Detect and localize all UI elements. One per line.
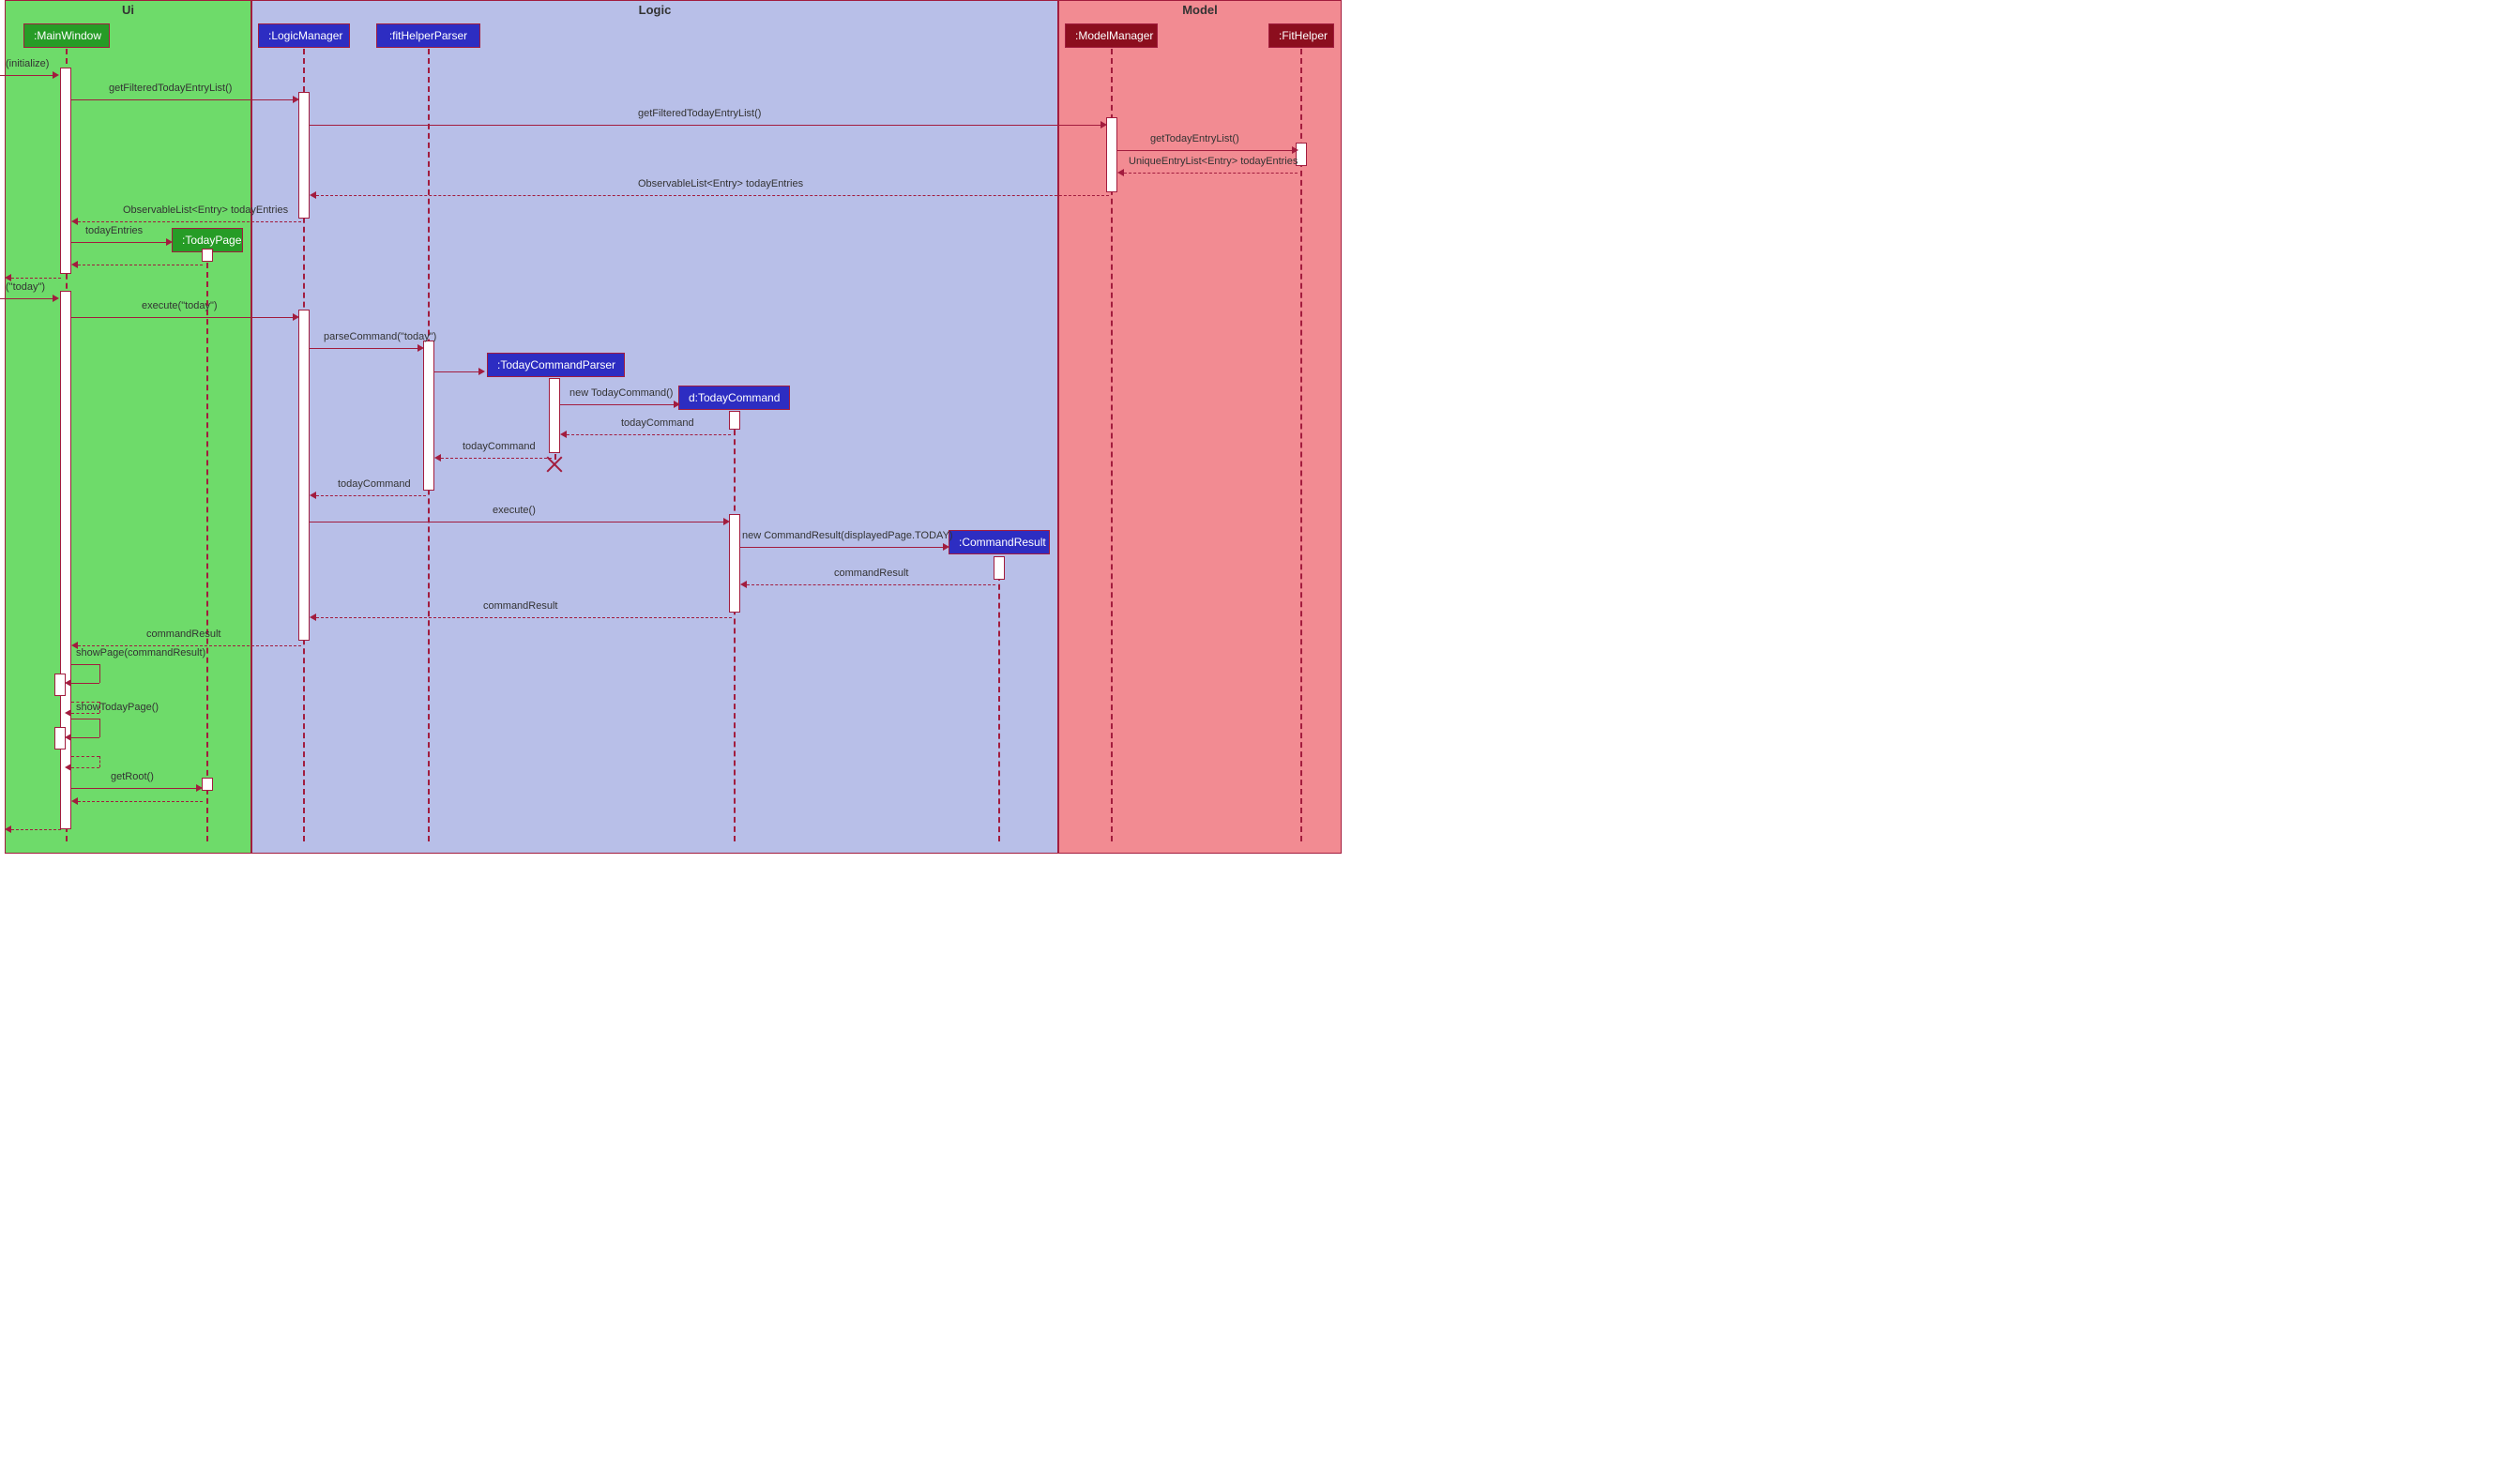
msg-todaycmd-ret2: todayCommand	[434, 450, 552, 465]
participant-logicmanager: :LogicManager	[258, 23, 350, 48]
lifeline-cr	[998, 556, 1000, 841]
msg-todaycmd-ret3: todayCommand	[310, 488, 426, 503]
lane-ui-title: Ui	[6, 3, 250, 17]
participant-fithelperparser: :fitHelperParser	[376, 23, 480, 48]
lane-logic-title: Logic	[252, 3, 1057, 17]
activation	[202, 249, 213, 262]
msg-newtoday: new TodayCommand()	[560, 397, 682, 412]
msg-uniquelist: UniqueEntryList<Entry> todayEntries	[1117, 165, 1298, 180]
activation	[298, 310, 310, 641]
msg-today-input: ("today")	[0, 291, 61, 306]
lane-ui: Ui	[5, 0, 251, 854]
activation	[423, 341, 434, 491]
lifeline-fit	[1300, 49, 1302, 841]
msg-todaypage-return	[71, 257, 203, 272]
lane-model-title: Model	[1059, 3, 1341, 17]
msg-todaycmd-ret1: todayCommand	[560, 427, 731, 442]
participant-todaycommandparser: :TodayCommandParser	[487, 353, 625, 377]
destroy-tcp	[546, 456, 563, 473]
msg-final-return	[5, 822, 61, 837]
msg-todayentries: todayEntries	[71, 235, 175, 250]
msg-getroot-return	[71, 794, 203, 809]
activation	[549, 378, 560, 453]
msg-create-tcp	[434, 364, 487, 379]
participant-commandresult: :CommandResult	[949, 530, 1050, 554]
msg-execute: execute()	[310, 514, 732, 529]
msg-observable1: ObservableList<Entry> todayEntries	[310, 188, 1109, 203]
lifeline-td	[734, 411, 736, 841]
participant-todaycommand: d:TodayCommand	[678, 386, 790, 410]
participant-fithelper: :FitHelper	[1268, 23, 1334, 48]
participant-mainwindow: :MainWindow	[23, 23, 110, 48]
msg-getfiltered1: getFilteredTodayEntryList()	[71, 92, 301, 107]
msg-cr-ret2: commandResult	[310, 610, 732, 625]
msg-getfiltered2: getFilteredTodayEntryList()	[310, 117, 1109, 132]
activation	[298, 92, 310, 219]
msg-cr-ret1: commandResult	[740, 577, 995, 592]
sequence-diagram: Ui Logic Model :MainWindow :LogicManager…	[0, 0, 1407, 854]
participant-modelmanager: :ModelManager	[1065, 23, 1158, 48]
msg-initialize: (initialize)	[0, 68, 61, 83]
lifeline-todaypage	[206, 253, 208, 841]
activation	[60, 68, 71, 274]
msg-newcr: new CommandResult(displayedPage.TODAY)	[740, 539, 951, 554]
msg-executetoday: execute("today")	[71, 310, 301, 325]
msg-parsecommand: parseCommand("today")	[310, 341, 426, 356]
